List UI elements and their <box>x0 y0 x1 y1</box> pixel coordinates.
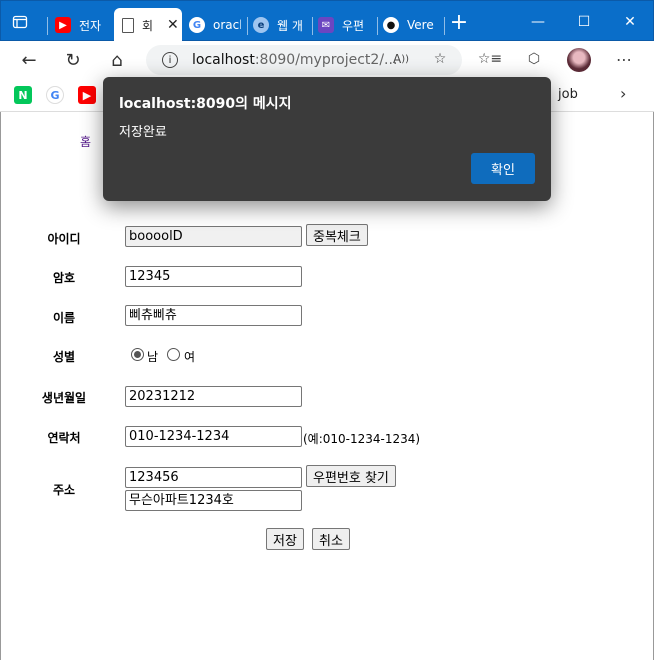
google-icon: G <box>189 17 205 33</box>
gender-male-radio[interactable] <box>131 348 144 361</box>
browser-essentials-icon[interactable]: ⬡ <box>522 47 546 71</box>
address-label: 주소 <box>52 483 76 497</box>
tab-separator <box>47 17 48 35</box>
save-button[interactable]: 저장 <box>266 528 304 550</box>
tab-active[interactable]: 회 ✕ <box>114 8 182 42</box>
name-label: 이름 <box>52 311 76 325</box>
github-icon: ● <box>383 17 399 33</box>
cancel-button[interactable]: 취소 <box>312 528 350 550</box>
tab-separator <box>377 17 378 35</box>
youtube-icon: ▶ <box>55 17 71 33</box>
tab-web[interactable]: e 웹 개 <box>253 10 307 40</box>
zipcode-search-button[interactable]: 우편번호 찾기 <box>306 465 396 487</box>
tab-github[interactable]: ● Vere <box>383 10 439 40</box>
dialog-ok-button[interactable]: 확인 <box>471 153 535 184</box>
gender-female-radio[interactable] <box>167 348 180 361</box>
birth-label: 생년월일 <box>41 391 87 405</box>
address-detail-input[interactable]: 무슨아파트1234호 <box>125 490 302 511</box>
tab-label: 회 <box>142 18 154 33</box>
dialog-message: 저장완료 <box>119 125 167 140</box>
info-icon[interactable]: i <box>162 52 178 68</box>
home-link[interactable]: 홈 <box>80 133 91 150</box>
zipcode-input[interactable]: 123456 <box>125 467 302 488</box>
phone-input[interactable]: 010-1234-1234 <box>125 426 302 447</box>
phone-label: 연락처 <box>47 431 81 445</box>
dialog-title: localhost:8090의 메시지 <box>119 96 292 112</box>
password-input[interactable]: 12345 <box>125 266 302 287</box>
url-bar[interactable]: i localhost:8090/myproject2/... <box>146 45 462 75</box>
avatar[interactable] <box>567 48 591 72</box>
maximize-icon[interactable]: ☐ <box>561 9 607 35</box>
tab-oracle[interactable]: G oracl <box>189 10 241 40</box>
password-label: 암호 <box>52 271 76 285</box>
tab-label: 웹 개 <box>277 18 303 33</box>
favorites-icon[interactable]: ☆≡ <box>478 47 502 71</box>
page-icon <box>122 17 134 33</box>
alert-dialog: localhost:8090의 메시지 저장완료 확인 <box>103 77 551 201</box>
tab-label: oracl <box>213 18 241 32</box>
add-favorite-icon[interactable]: ☆ <box>428 47 452 71</box>
tab-mail[interactable]: ✉ 우편 <box>318 10 374 40</box>
url-path: :8090/myproject2/... <box>254 52 398 68</box>
tab-youtube[interactable]: ▶ 전자 <box>55 10 110 40</box>
name-input[interactable]: 삐츄삐츄 <box>125 305 302 326</box>
dup-check-button[interactable]: 중복체크 <box>306 224 368 246</box>
tab-strip: ▶ 전자 회 ✕ G oracl e 웹 개 ✉ 우편 ● Vere + — ☐… <box>0 0 654 42</box>
new-tab-icon[interactable]: + <box>437 9 481 35</box>
refresh-icon[interactable]: ↻ <box>58 47 88 73</box>
tab-separator <box>247 17 248 35</box>
naver-icon[interactable]: N <box>14 86 32 104</box>
phone-hint: (예:010-1234-1234) <box>303 432 421 446</box>
birth-input[interactable]: 20231212 <box>125 386 302 407</box>
youtube-icon[interactable]: ▶ <box>78 86 96 104</box>
close-window-icon[interactable]: ✕ <box>607 9 653 35</box>
minimize-icon[interactable]: — <box>515 9 561 35</box>
bookmark-folder-job[interactable]: job <box>558 87 578 102</box>
tab-label: 전자 <box>79 18 102 33</box>
tab-actions-icon[interactable] <box>9 11 31 33</box>
gender-label: 성별 <box>52 350 76 364</box>
gender-female-label: 여 <box>184 350 196 364</box>
chevron-right-icon[interactable]: › <box>620 84 626 103</box>
read-aloud-icon[interactable]: A)) <box>389 47 413 71</box>
close-tab-icon[interactable]: ✕ <box>167 17 179 33</box>
id-label: 아이디 <box>47 232 81 246</box>
mail-icon: ✉ <box>318 17 334 33</box>
edge-icon: e <box>253 17 269 33</box>
tab-label: 우편 <box>342 18 365 33</box>
url-host: localhost <box>192 52 255 68</box>
tab-label: Vere <box>407 18 434 32</box>
google-icon[interactable]: G <box>46 86 64 104</box>
gender-male-label: 남 <box>147 350 159 364</box>
id-input[interactable]: boooolD <box>125 226 302 247</box>
home-icon[interactable]: ⌂ <box>102 47 132 73</box>
back-icon[interactable]: ← <box>14 47 44 73</box>
address-toolbar: ← ↻ ⌂ i localhost:8090/myproject2/... A)… <box>0 41 654 79</box>
more-icon[interactable]: ⋯ <box>612 47 636 71</box>
tab-separator <box>312 17 313 35</box>
